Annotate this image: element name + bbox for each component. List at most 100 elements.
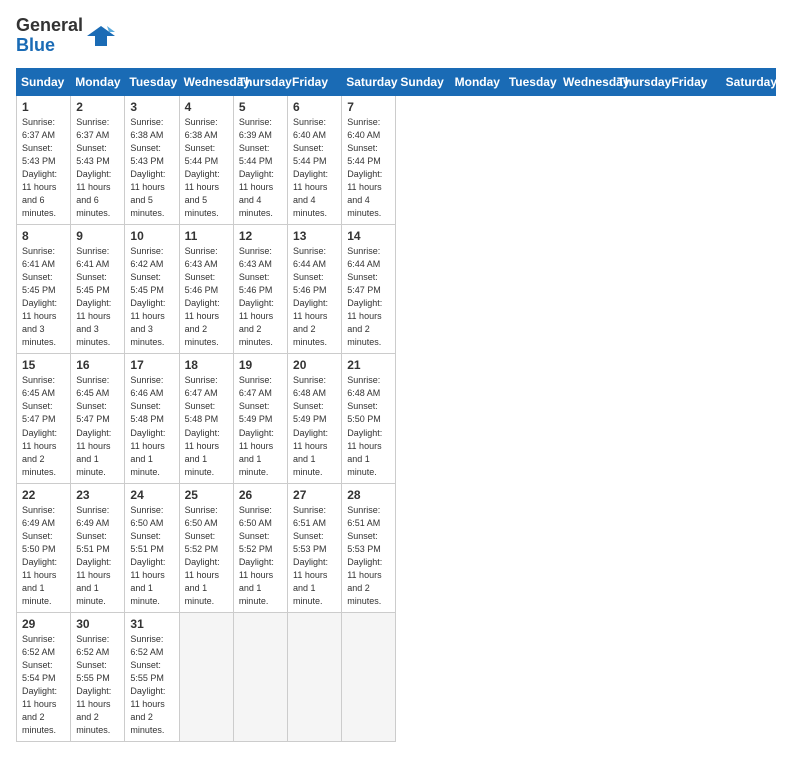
calendar-week-row: 1 Sunrise: 6:37 AM Sunset: 5:43 PM Daylig… [17,95,776,224]
calendar-cell: 22 Sunrise: 6:49 AM Sunset: 5:50 PM Dayli… [17,483,71,612]
calendar-cell: 18 Sunrise: 6:47 AM Sunset: 5:48 PM Dayli… [179,354,233,483]
day-number: 3 [130,100,173,114]
day-info: Sunrise: 6:39 AM Sunset: 5:44 PM Dayligh… [239,116,282,220]
calendar-week-row: 22 Sunrise: 6:49 AM Sunset: 5:50 PM Dayli… [17,483,776,612]
day-info: Sunrise: 6:38 AM Sunset: 5:44 PM Dayligh… [185,116,228,220]
day-info: Sunrise: 6:43 AM Sunset: 5:46 PM Dayligh… [185,245,228,349]
day-number: 2 [76,100,119,114]
day-number: 4 [185,100,228,114]
day-info: Sunrise: 6:41 AM Sunset: 5:45 PM Dayligh… [22,245,65,349]
col-header-thursday: Thursday [613,68,667,95]
col-header-friday: Friday [667,68,721,95]
logo-bird-icon [87,22,115,50]
day-number: 10 [130,229,173,243]
day-info: Sunrise: 6:47 AM Sunset: 5:49 PM Dayligh… [239,374,282,478]
col-header-wednesday: Wednesday [559,68,613,95]
day-info: Sunrise: 6:49 AM Sunset: 5:50 PM Dayligh… [22,504,65,608]
day-number: 22 [22,488,65,502]
day-info: Sunrise: 6:46 AM Sunset: 5:48 PM Dayligh… [130,374,173,478]
calendar-cell: 11 Sunrise: 6:43 AM Sunset: 5:46 PM Dayli… [179,224,233,353]
calendar-cell [233,613,287,742]
calendar-cell: 3 Sunrise: 6:38 AM Sunset: 5:43 PM Daylig… [125,95,179,224]
day-number: 8 [22,229,65,243]
day-info: Sunrise: 6:50 AM Sunset: 5:52 PM Dayligh… [185,504,228,608]
calendar-cell: 6Sunrise: 6:40 AM Sunset: 5:44 PM Daylig… [288,95,342,224]
day-info: Sunrise: 6:45 AM Sunset: 5:47 PM Dayligh… [76,374,119,478]
day-info: Sunrise: 6:52 AM Sunset: 5:54 PM Dayligh… [22,633,65,737]
logo-text: General Blue [16,16,83,56]
day-number: 11 [185,229,228,243]
calendar-cell: 27 Sunrise: 6:51 AM Sunset: 5:53 PM Dayli… [288,483,342,612]
col-header-monday: Monday [71,68,125,95]
day-info: Sunrise: 6:48 AM Sunset: 5:49 PM Dayligh… [293,374,336,478]
logo: General Blue [16,16,115,56]
calendar-cell: 16 Sunrise: 6:45 AM Sunset: 5:47 PM Dayli… [71,354,125,483]
calendar-cell: 4 Sunrise: 6:38 AM Sunset: 5:44 PM Daylig… [179,95,233,224]
calendar-cell [179,613,233,742]
day-number: 25 [185,488,228,502]
day-info: Sunrise: 6:52 AM Sunset: 5:55 PM Dayligh… [76,633,119,737]
day-number: 26 [239,488,282,502]
day-info: Sunrise: 6:49 AM Sunset: 5:51 PM Dayligh… [76,504,119,608]
day-number: 13 [293,229,336,243]
calendar-cell: 7 Sunrise: 6:40 AM Sunset: 5:44 PM Daylig… [342,95,396,224]
calendar-cell: 21 Sunrise: 6:48 AM Sunset: 5:50 PM Dayli… [342,354,396,483]
calendar-cell: 23 Sunrise: 6:49 AM Sunset: 5:51 PM Dayli… [71,483,125,612]
calendar-cell: 2Sunrise: 6:37 AM Sunset: 5:43 PM Daylig… [71,95,125,224]
calendar-cell: 25 Sunrise: 6:50 AM Sunset: 5:52 PM Dayli… [179,483,233,612]
col-header-saturday: Saturday [721,68,775,95]
day-number: 24 [130,488,173,502]
col-header-wednesday: Wednesday [179,68,233,95]
day-number: 21 [347,358,390,372]
calendar-cell: 5 Sunrise: 6:39 AM Sunset: 5:44 PM Daylig… [233,95,287,224]
calendar-week-row: 8 Sunrise: 6:41 AM Sunset: 5:45 PM Daylig… [17,224,776,353]
calendar-cell: 24Sunrise: 6:50 AM Sunset: 5:51 PM Dayli… [125,483,179,612]
calendar-week-row: 15Sunrise: 6:45 AM Sunset: 5:47 PM Dayli… [17,354,776,483]
day-number: 6 [293,100,336,114]
col-header-friday: Friday [288,68,342,95]
day-number: 1 [22,100,65,114]
calendar-cell: 1 Sunrise: 6:37 AM Sunset: 5:43 PM Daylig… [17,95,71,224]
col-header-tuesday: Tuesday [504,68,558,95]
day-info: Sunrise: 6:38 AM Sunset: 5:43 PM Dayligh… [130,116,173,220]
calendar-cell: 12Sunrise: 6:43 AM Sunset: 5:46 PM Dayli… [233,224,287,353]
calendar-cell: 19 Sunrise: 6:47 AM Sunset: 5:49 PM Dayli… [233,354,287,483]
calendar-cell: 31Sunrise: 6:52 AM Sunset: 5:55 PM Dayli… [125,613,179,742]
col-header-sunday: Sunday [17,68,71,95]
day-number: 19 [239,358,282,372]
day-number: 29 [22,617,65,631]
day-number: 27 [293,488,336,502]
calendar-cell [288,613,342,742]
day-info: Sunrise: 6:40 AM Sunset: 5:44 PM Dayligh… [347,116,390,220]
day-number: 16 [76,358,119,372]
day-info: Sunrise: 6:52 AM Sunset: 5:55 PM Dayligh… [130,633,173,737]
day-number: 12 [239,229,282,243]
day-info: Sunrise: 6:51 AM Sunset: 5:53 PM Dayligh… [293,504,336,608]
calendar-cell: 30Sunrise: 6:52 AM Sunset: 5:55 PM Dayli… [71,613,125,742]
calendar-cell [342,613,396,742]
day-info: Sunrise: 6:47 AM Sunset: 5:48 PM Dayligh… [185,374,228,478]
day-number: 18 [185,358,228,372]
calendar-cell: 26 Sunrise: 6:50 AM Sunset: 5:52 PM Dayli… [233,483,287,612]
calendar-cell: 10 Sunrise: 6:42 AM Sunset: 5:45 PM Dayli… [125,224,179,353]
day-info: Sunrise: 6:50 AM Sunset: 5:52 PM Dayligh… [239,504,282,608]
calendar-cell: 28Sunrise: 6:51 AM Sunset: 5:53 PM Dayli… [342,483,396,612]
calendar-cell: 13Sunrise: 6:44 AM Sunset: 5:46 PM Dayli… [288,224,342,353]
calendar-cell: 15Sunrise: 6:45 AM Sunset: 5:47 PM Dayli… [17,354,71,483]
col-header-saturday: Saturday [342,68,396,95]
day-info: Sunrise: 6:42 AM Sunset: 5:45 PM Dayligh… [130,245,173,349]
day-info: Sunrise: 6:48 AM Sunset: 5:50 PM Dayligh… [347,374,390,478]
day-number: 14 [347,229,390,243]
calendar-cell: 20Sunrise: 6:48 AM Sunset: 5:49 PM Dayli… [288,354,342,483]
calendar-cell: 29 Sunrise: 6:52 AM Sunset: 5:54 PM Dayli… [17,613,71,742]
day-number: 5 [239,100,282,114]
calendar-cell: 14 Sunrise: 6:44 AM Sunset: 5:47 PM Dayli… [342,224,396,353]
day-info: Sunrise: 6:41 AM Sunset: 5:45 PM Dayligh… [76,245,119,349]
day-info: Sunrise: 6:45 AM Sunset: 5:47 PM Dayligh… [22,374,65,478]
calendar-table: SundayMondayTuesdayWednesdayThursdayFrid… [16,68,776,743]
day-number: 23 [76,488,119,502]
day-info: Sunrise: 6:37 AM Sunset: 5:43 PM Dayligh… [22,116,65,220]
col-header-monday: Monday [450,68,504,95]
day-number: 7 [347,100,390,114]
day-info: Sunrise: 6:44 AM Sunset: 5:47 PM Dayligh… [347,245,390,349]
